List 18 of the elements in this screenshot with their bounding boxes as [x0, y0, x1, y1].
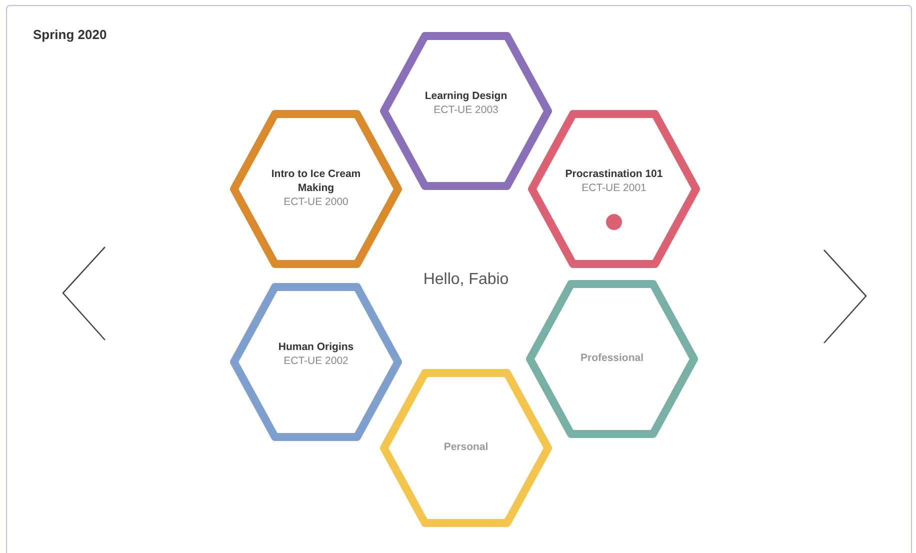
course-title: Human Origins [278, 340, 354, 354]
course-title: Intro to Ice Cream Making [270, 167, 362, 195]
category-label: Professional [580, 352, 644, 364]
course-code: ECT-UE 2002 [284, 354, 348, 368]
course-tile[interactable]: Learning Design ECT-UE 2003 [379, 31, 553, 191]
chevron-right-icon[interactable] [823, 249, 867, 344]
course-code: ECT-UE 2003 [434, 103, 498, 117]
course-code: ECT-UE 2001 [582, 181, 646, 195]
course-code: ECT-UE 2000 [284, 195, 348, 209]
course-tile[interactable]: Human Origins ECT-UE 2002 [229, 282, 403, 442]
course-tile[interactable]: Intro to Ice Cream Making ECT-UE 2000 [229, 109, 403, 269]
course-tile[interactable]: Procrastination 101 ECT-UE 2001 [527, 109, 701, 269]
greeting: Hello, Fabio [422, 271, 510, 289]
category-label: Personal [444, 441, 488, 453]
course-title: Procrastination 101 [565, 167, 663, 181]
term-title: Spring 2020 [33, 27, 107, 42]
chevron-left-icon[interactable] [62, 246, 106, 341]
course-title: Learning Design [424, 89, 508, 103]
